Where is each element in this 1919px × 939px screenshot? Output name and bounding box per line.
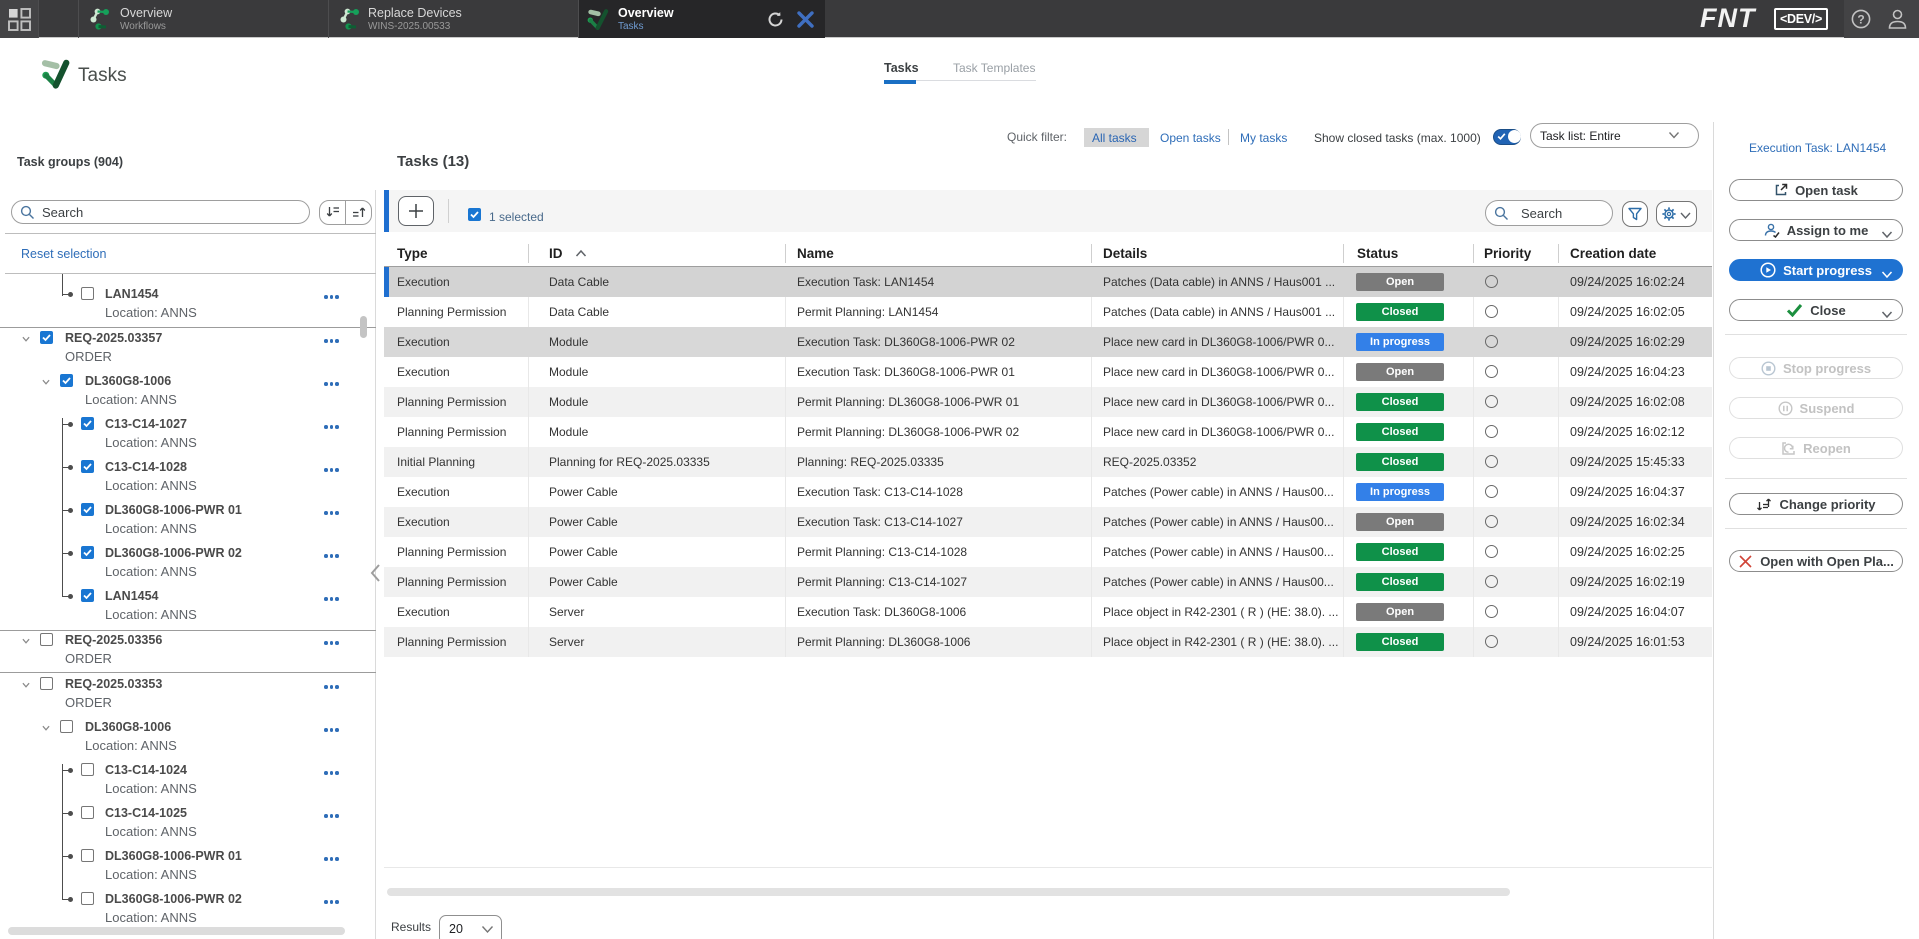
svg-text:?: ?: [1857, 13, 1864, 27]
